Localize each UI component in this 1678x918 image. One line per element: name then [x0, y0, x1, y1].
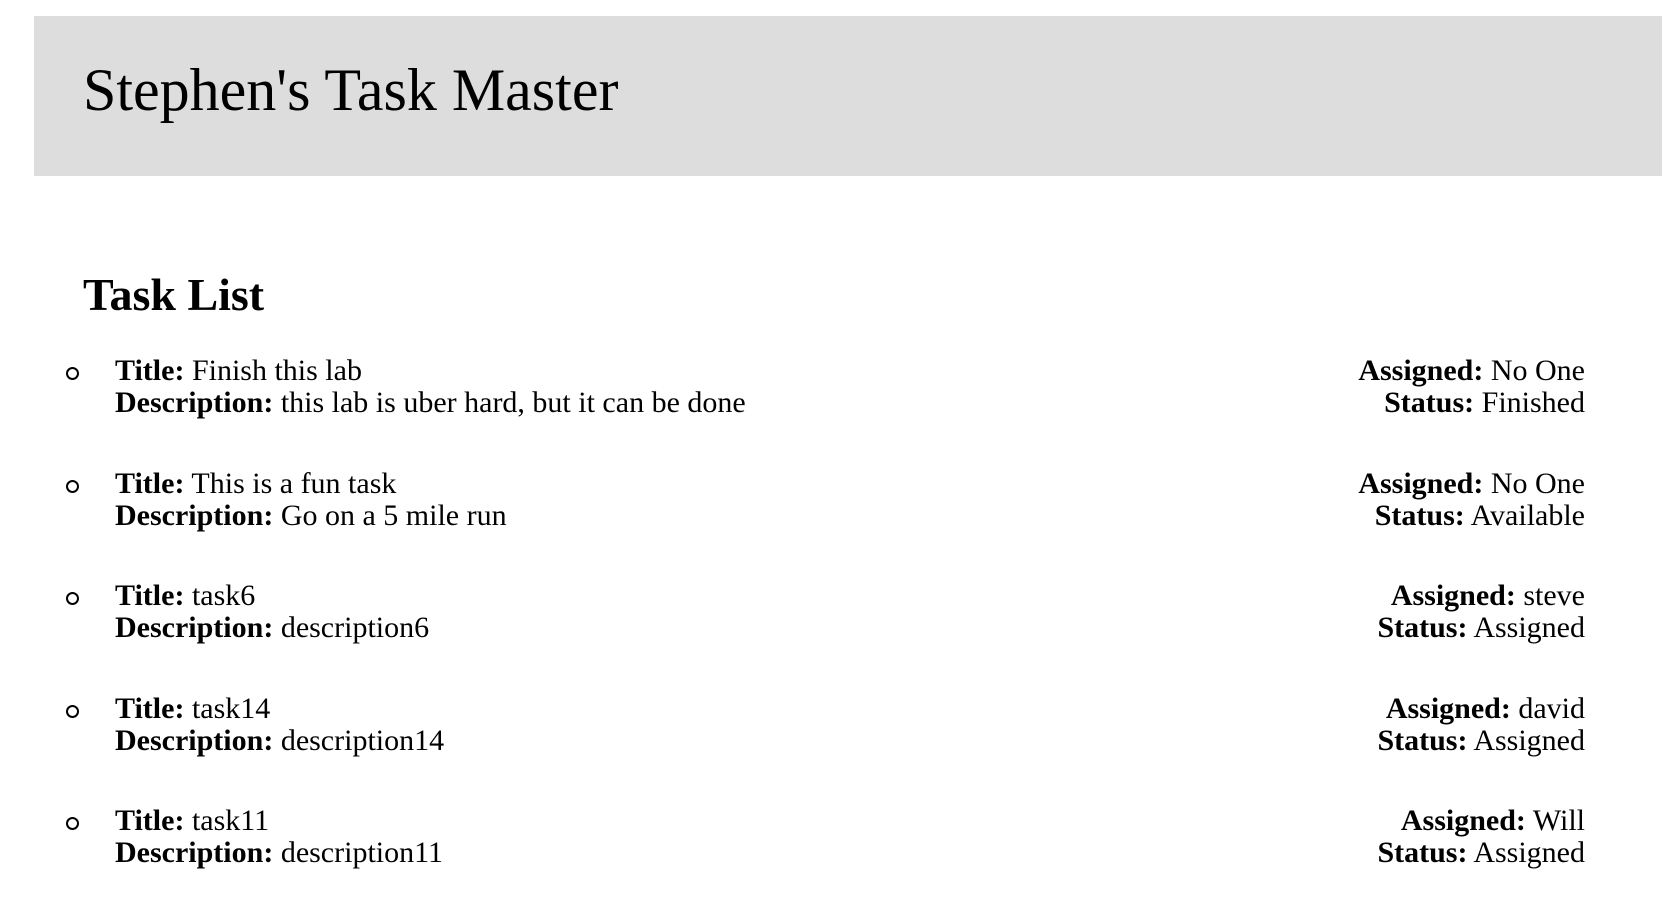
task-meta: Assigned: Will Status: Assigned: [1377, 805, 1585, 869]
app-header: Stephen's Task Master: [34, 16, 1662, 176]
task-status-label: Status:: [1374, 498, 1465, 532]
task-status: Finished: [1481, 386, 1585, 419]
task-title: task11: [191, 804, 270, 837]
task-item: Title: Finish this lab Description: this…: [0, 355, 1678, 468]
task-status-label: Status:: [1384, 386, 1475, 419]
task-assigned-label: Assigned:: [1390, 579, 1516, 612]
task-description-label: Description:: [115, 498, 274, 532]
task-item: Title: This is a fun task Description: G…: [0, 466, 1678, 581]
task-assigned: No One: [1490, 466, 1585, 500]
task-info: Title: task14 Description: description14: [115, 691, 445, 757]
task-meta: Assigned: david Status: Assigned: [1377, 691, 1585, 757]
task-item: Title: task14 Description: description14…: [0, 691, 1678, 806]
task-title: This is a fun task: [191, 466, 397, 500]
circle-bullet-icon: [66, 592, 79, 605]
task-title: Finish this lab: [191, 354, 362, 387]
task-item: Title: task6 Description: description6 A…: [0, 580, 1678, 693]
task-info: Title: task6 Description: description6: [115, 580, 429, 644]
task-description-label: Description:: [115, 386, 274, 419]
task-assigned-label: Assigned:: [1358, 466, 1484, 500]
task-description: description14: [280, 723, 445, 757]
task-status-label: Status:: [1377, 611, 1468, 644]
task-description: Go on a 5 mile run: [280, 498, 507, 532]
task-description-label: Description:: [115, 611, 274, 644]
task-info: Title: Finish this lab Description: this…: [115, 355, 746, 419]
task-assigned-label: Assigned:: [1400, 804, 1526, 837]
task-meta: Assigned: No One Status: Finished: [1358, 355, 1585, 419]
task-status: Assigned: [1473, 611, 1585, 644]
task-title-label: Title:: [115, 354, 185, 387]
circle-bullet-icon: [66, 367, 79, 380]
task-description: this lab is uber hard, but it can be don…: [280, 386, 746, 419]
task-title: task14: [191, 691, 271, 725]
circle-bullet-icon: [66, 817, 79, 830]
task-status-label: Status:: [1377, 836, 1468, 869]
task-title-label: Title:: [115, 804, 185, 837]
circle-bullet-icon: [66, 704, 79, 718]
task-status: Available: [1470, 498, 1585, 532]
task-assigned: steve: [1523, 579, 1585, 612]
task-assigned-label: Assigned:: [1358, 354, 1484, 387]
task-item: Title: task11 Description: description11…: [0, 805, 1678, 918]
task-meta: Assigned: No One Status: Available: [1358, 466, 1585, 532]
task-description-label: Description:: [115, 836, 274, 869]
task-assigned: Will: [1532, 804, 1585, 837]
task-assigned: No One: [1490, 354, 1585, 387]
app-title: Stephen's Task Master: [83, 57, 619, 123]
task-title-label: Title:: [115, 466, 185, 500]
task-description: description11: [280, 836, 443, 869]
circle-bullet-icon: [66, 479, 79, 493]
task-assigned: david: [1518, 691, 1585, 725]
task-description: description6: [280, 611, 430, 644]
task-meta: Assigned: steve Status: Assigned: [1377, 580, 1585, 644]
task-list: Title: Finish this lab Description: this…: [0, 355, 1678, 918]
task-description-label: Description:: [115, 723, 274, 757]
task-status: Assigned: [1473, 723, 1585, 757]
task-info: Title: task11 Description: description11: [115, 805, 443, 869]
task-status-label: Status:: [1377, 723, 1468, 757]
task-title-label: Title:: [115, 691, 185, 725]
task-title: task6: [191, 579, 256, 612]
task-assigned-label: Assigned:: [1385, 691, 1511, 725]
task-list-heading: Task List: [83, 269, 265, 320]
task-status: Assigned: [1473, 836, 1585, 869]
task-info: Title: This is a fun task Description: G…: [115, 466, 507, 532]
task-title-label: Title:: [115, 579, 185, 612]
